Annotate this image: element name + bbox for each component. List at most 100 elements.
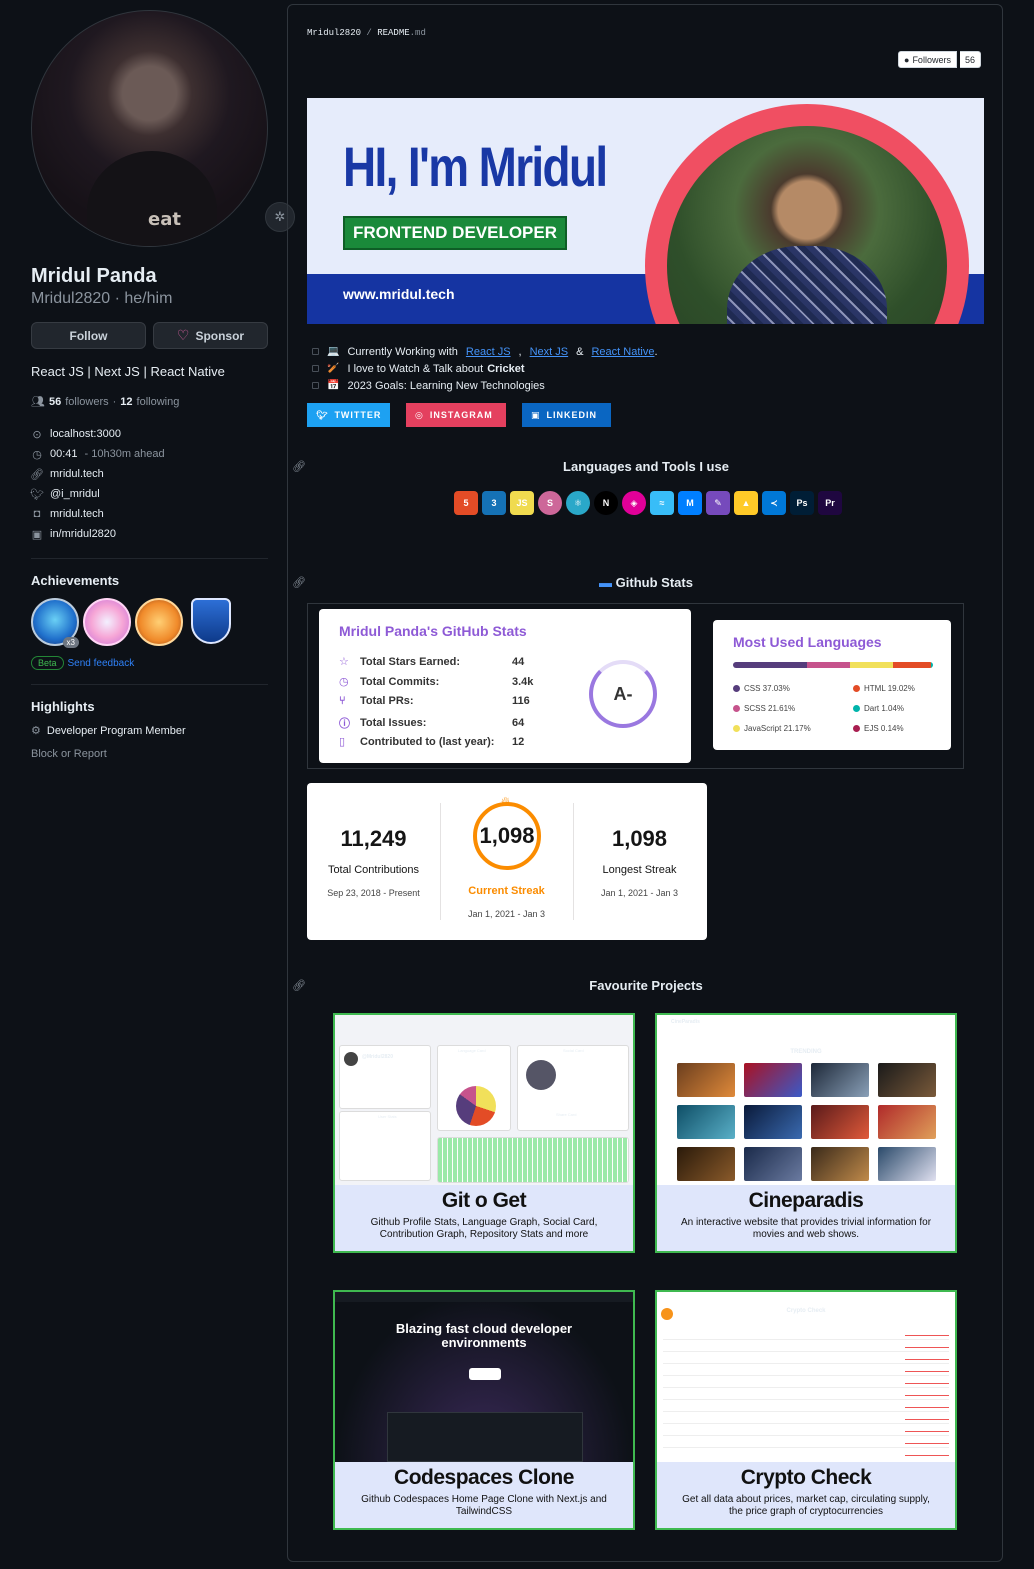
stat-value: 3.4k (512, 675, 534, 688)
react-native-link[interactable]: React Native (591, 346, 654, 358)
followers-count[interactable]: 56 (49, 396, 61, 408)
pull-request-icon: ⑂ (339, 695, 346, 707)
project-title: Cineparadis (748, 1189, 864, 1212)
project-card-codespaces[interactable]: Blazing fast cloud developer environment… (333, 1290, 635, 1530)
followers-badge[interactable]: ● Followers 56 (898, 51, 981, 68)
checkbox[interactable] (312, 348, 319, 355)
twitter-label: TWITTER (334, 410, 382, 420)
link-icon: 🔗︎ (30, 468, 44, 481)
checkbox[interactable] (312, 365, 319, 372)
mini-username: @Mridul2820 (362, 1054, 393, 1060)
detail-instagram[interactable]: ◘ mridul.tech (31, 504, 268, 524)
language-bar-segment (892, 662, 931, 668)
following-count[interactable]: 12 (120, 396, 132, 408)
stat-row: ▯ Contributed to (last year): 12 (339, 735, 525, 749)
total-contributions-label: Total Contributions (327, 864, 420, 876)
streak-card[interactable]: 11,249 Total Contributions Sep 23, 2018 … (307, 783, 707, 940)
block-report-link[interactable]: Block or Report (31, 748, 268, 760)
breadcrumb: Mridul2820 / README.md (307, 28, 426, 38)
project-card-cineparadis[interactable]: CineParadis TRENDING Cineparadis An inte… (655, 1013, 957, 1253)
mini-social-label: Social Card (563, 1048, 584, 1053)
project-title: Codespaces Clone (394, 1466, 574, 1489)
project-screenshot: Crypto Check (657, 1292, 955, 1462)
banner-url: www.mridul.tech (343, 286, 455, 302)
project-card-gitoget[interactable]: @Mridul2820 User Stats Language Card Soc… (333, 1013, 635, 1253)
instagram-label: INSTAGRAM (429, 410, 493, 420)
movie-thumb (878, 1147, 936, 1181)
language-name: CSS 37.03% (744, 684, 790, 693)
languages-card-title: Most Used Languages (733, 634, 882, 650)
followers-badge-label: Followers (912, 54, 951, 65)
top-languages-card[interactable]: Most Used Languages CSS 37.03% HTML 19.02… (713, 620, 951, 750)
banner-title: HI, I'm Mridul (343, 135, 608, 198)
instagram-link[interactable]: mridul.tech (50, 508, 104, 520)
profile-banner: HI, I'm Mridul FRONTEND DEVELOPER www.mr… (307, 98, 984, 324)
detail-twitter[interactable]: 🐦︎ @i_mridul (30, 484, 268, 504)
breadcrumb-file[interactable]: README (377, 28, 409, 38)
sponsor-label: Sponsor (195, 328, 245, 343)
mini-pie-chart (456, 1086, 496, 1126)
longest-streak-value: 1,098 (611, 826, 668, 851)
react-link[interactable]: React JS (466, 346, 511, 358)
arctic-vault-badge-icon[interactable] (191, 598, 231, 644)
checkbox[interactable] (312, 382, 319, 389)
mini-hero-text: Blazing fast cloud developer environment… (395, 1321, 573, 1351)
task-item: 💻 Currently Working with React JS, Next JS &… (312, 343, 658, 360)
quickdraw-badge-icon[interactable] (135, 598, 183, 646)
tool-firebase-icon: ▲ (734, 491, 758, 515)
cpu-icon: ⚙ (31, 725, 41, 737)
longest-streak-range: Jan 1, 2021 - Jan 3 (600, 888, 679, 898)
language-bar-segment (807, 662, 851, 668)
stat-value: 64 (512, 717, 525, 729)
detail-website[interactable]: 🔗︎ mridul.tech (30, 464, 268, 484)
project-card-cryptocheck[interactable]: Crypto Check Crypto Check Get all data a… (655, 1290, 957, 1530)
following-word[interactable]: following (137, 396, 180, 408)
ampersand: & (576, 345, 584, 358)
followers-word[interactable]: followers (65, 396, 108, 408)
linkedin-link[interactable]: in/mridul2820 (50, 528, 116, 540)
twitter-button[interactable]: 🐦︎ TWITTER (307, 403, 390, 427)
language-legend-item: SCSS 21.61% (733, 704, 795, 713)
send-feedback-link[interactable]: Send feedback (68, 658, 135, 669)
follow-button[interactable]: Follow (31, 322, 146, 349)
language-name: Dart 1.04% (864, 704, 905, 713)
tool-react-icon: ⚛ (566, 491, 590, 515)
next-link[interactable]: Next JS (530, 346, 569, 358)
linkedin-button[interactable]: ▣ LINKEDIN (522, 403, 611, 427)
stat-label: Total Issues: (360, 717, 427, 729)
mini-social-card: Social Card Share Card (517, 1045, 629, 1131)
language-name: HTML 19.02% (864, 684, 915, 693)
separator-dot: · (112, 395, 117, 408)
yolo-badge-icon[interactable] (83, 598, 131, 646)
tools-heading: Languages and Tools I use (563, 459, 729, 474)
stat-value: 12 (512, 735, 525, 748)
breadcrumb-ext: .md (409, 28, 426, 38)
beta-row: Beta Send feedback (31, 656, 268, 670)
detail-linkedin[interactable]: ▣ in/mridul2820 (31, 524, 268, 544)
profile-details: ⊙ localhost:3000 ◷ 00:41 - 10h30m ahead 🔗︎ m… (30, 424, 268, 544)
website-link[interactable]: mridul.tech (50, 468, 104, 480)
tool-sass-icon: S (538, 491, 562, 515)
mini-language-label: Language Card (458, 1048, 486, 1053)
language-legend-item: Dart 1.04% (853, 704, 904, 713)
twitter-link[interactable]: @i_mridul (50, 488, 100, 500)
breadcrumb-user[interactable]: Mridul2820 (307, 28, 361, 38)
instagram-icon: ◎ (415, 409, 424, 420)
mini-avatar (344, 1052, 358, 1066)
language-legend-item: EJS 0.14% (853, 724, 904, 733)
project-title: Git o Get (441, 1189, 527, 1212)
project-screenshot: CineParadis TRENDING (657, 1015, 955, 1185)
github-stats-card[interactable]: Mridul Panda's GitHub Stats ☆ Total Stars… (319, 609, 691, 763)
language-dot (733, 685, 740, 692)
stat-row: ◷ Total Commits: 3.4k (339, 675, 534, 689)
beta-label: Beta (31, 656, 64, 670)
avatar[interactable]: eat (31, 10, 268, 247)
sponsor-button[interactable]: ♡ Sponsor (153, 322, 268, 349)
instagram-button[interactable]: ◎ INSTAGRAM (406, 403, 506, 427)
movie-thumb (677, 1063, 735, 1097)
projects-heading: Favourite Projects (589, 978, 703, 993)
tools-row: 5 3 JS S ⚛ N ◈ ≈ M ✎ ▲ ≺ Ps Pr (454, 491, 842, 515)
stat-label: Contributed to (last year): (360, 735, 495, 748)
project-screenshot: Blazing fast cloud developer environment… (335, 1292, 633, 1462)
shark-badge-icon[interactable]: x3 (31, 598, 79, 648)
